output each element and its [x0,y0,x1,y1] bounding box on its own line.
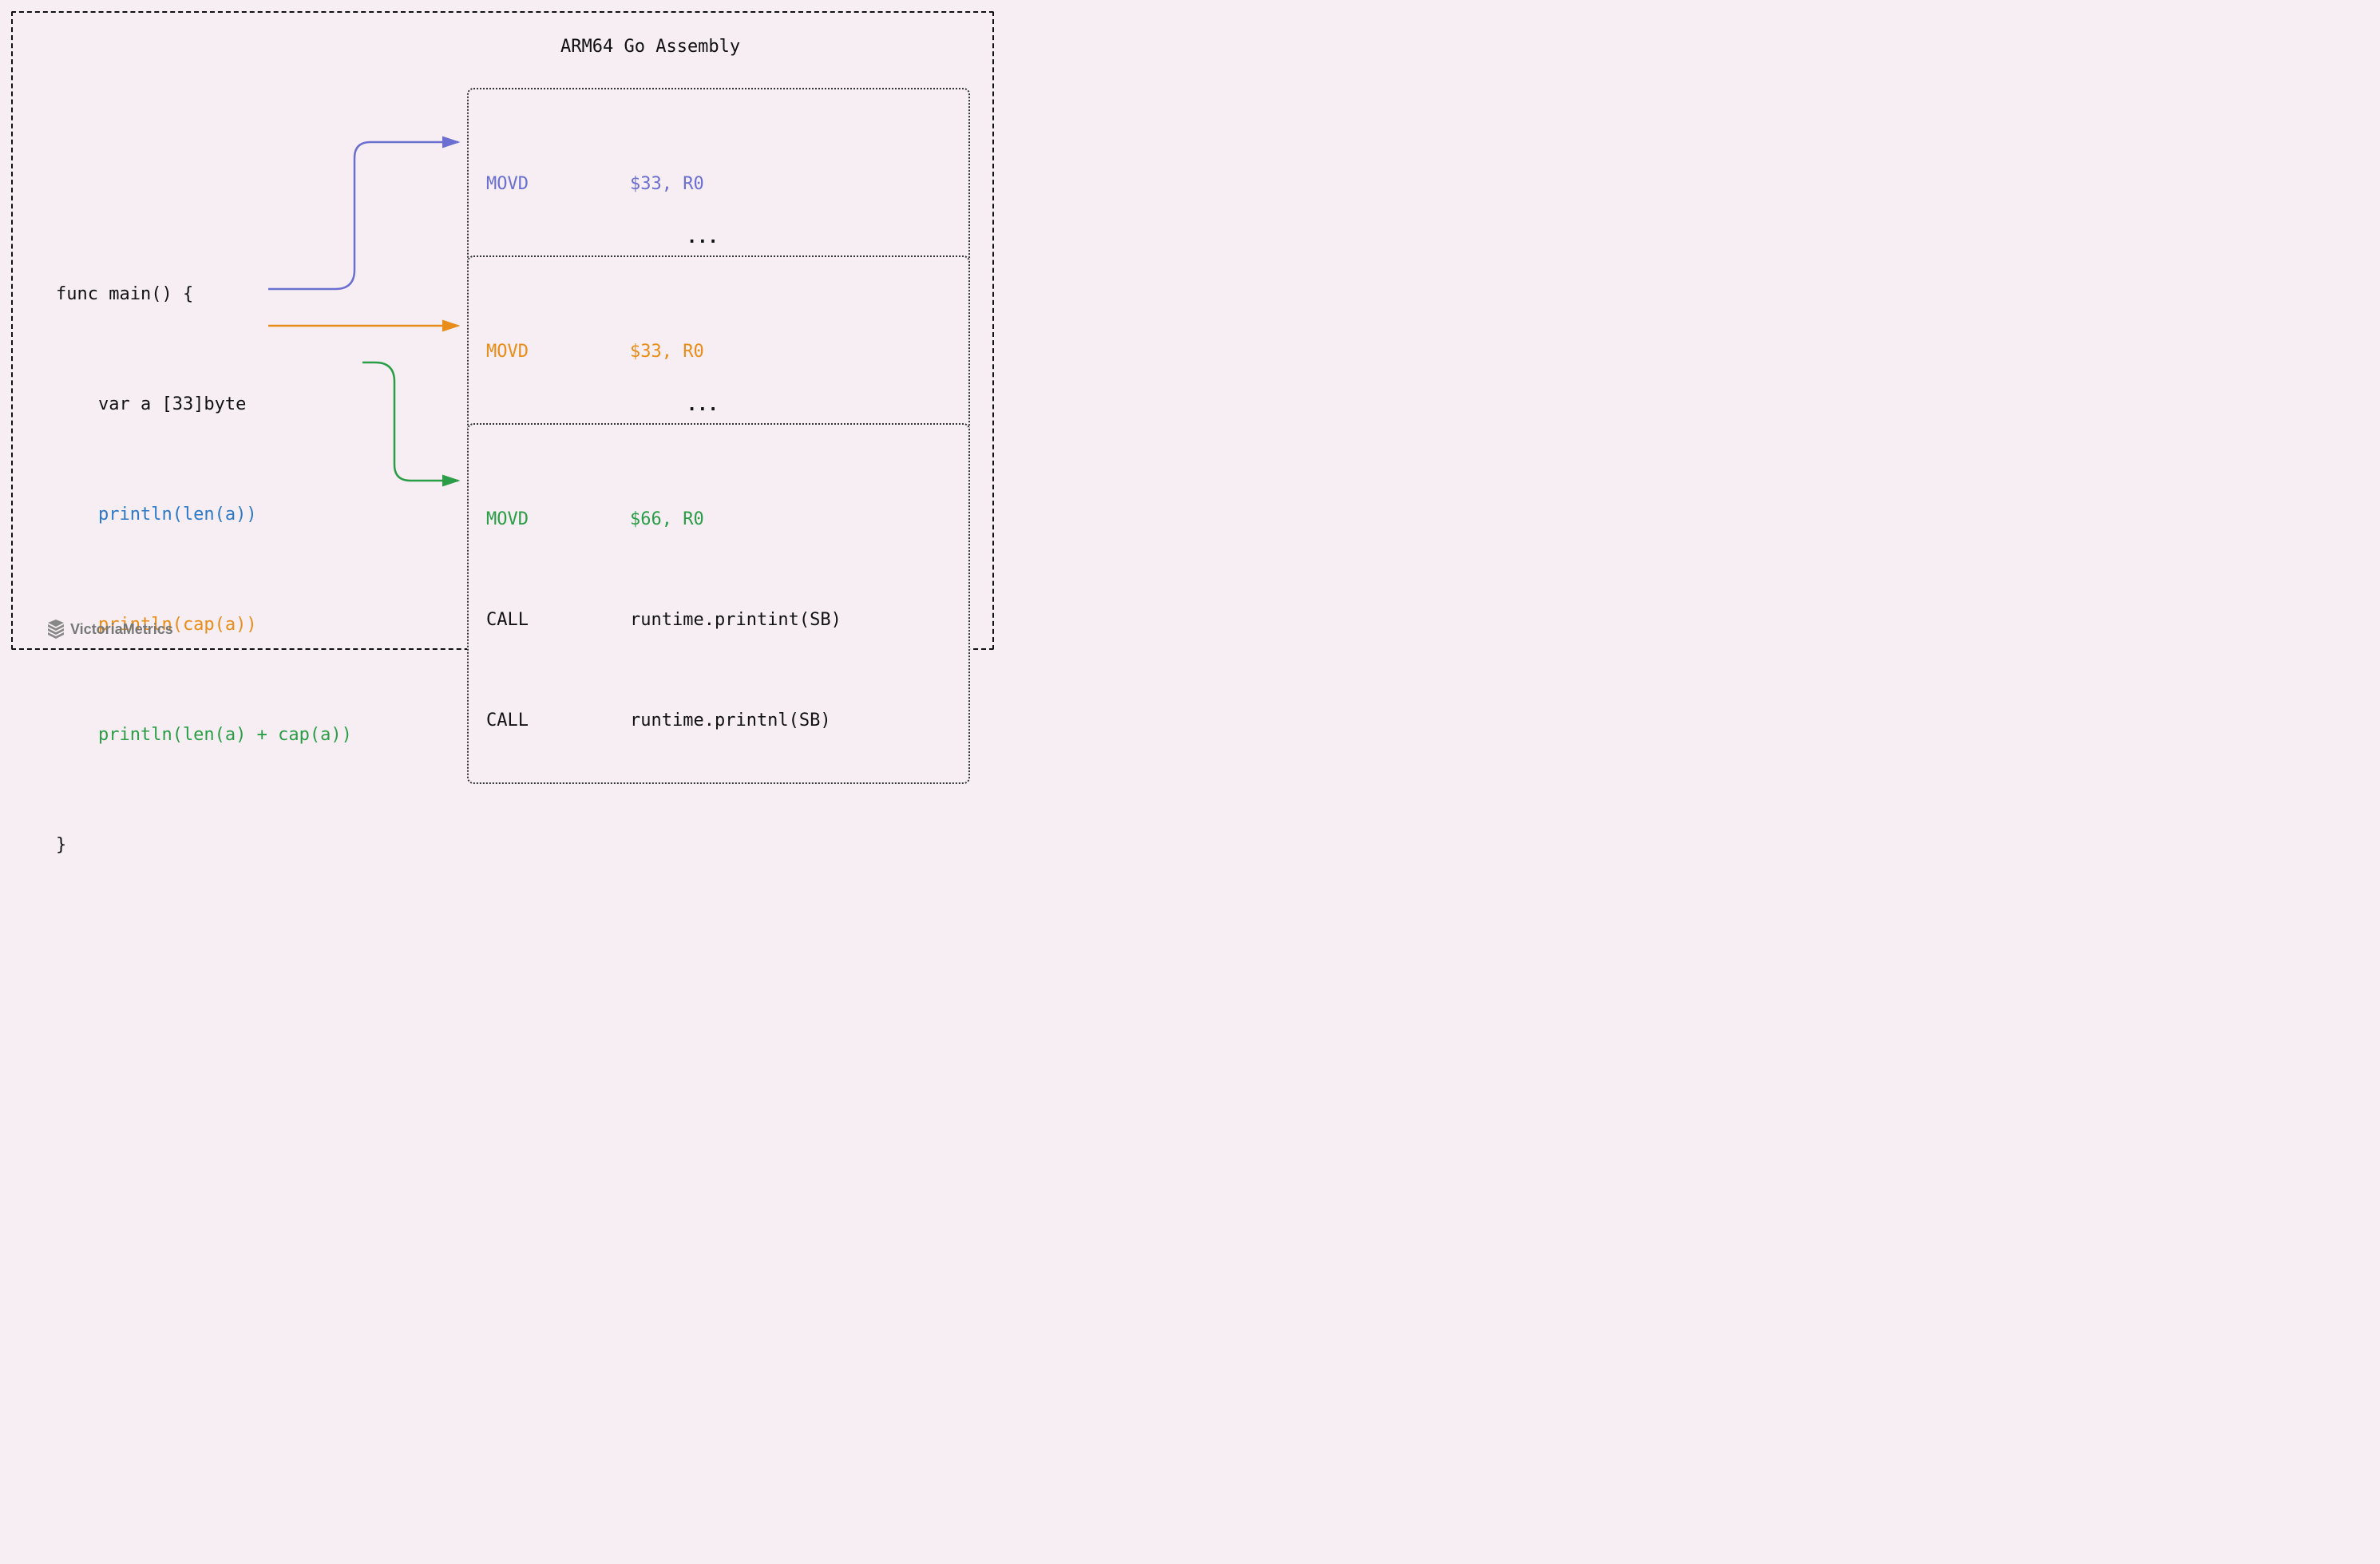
asm-op: MOVD [486,503,630,537]
ellipsis: ... [687,395,719,415]
asm-arg: runtime.printint(SB) [630,604,954,637]
go-source-code: func main() { var a [33]byte println(len… [56,203,352,901]
asm-op: CALL [486,704,630,738]
code-line-6: } [56,827,352,864]
assembly-title: ARM64 Go Assembly [560,37,740,57]
code-line-5-sum: println(len(a) + cap(a)) [56,717,352,754]
asm-op: CALL [486,604,630,637]
code-line-1: func main() { [56,276,352,313]
asm-op: MOVD [486,168,630,201]
asm-arg: $33, R0 [630,168,954,201]
ellipsis: ... [687,228,719,247]
asm-op: MOVD [486,335,630,369]
logo-text: VictoriaMetrics [70,621,173,638]
logo-icon [46,620,65,639]
asm-arg: runtime.printnl(SB) [630,704,954,738]
asm-arg: $33, R0 [630,335,954,369]
code-line-3-len: println(len(a)) [56,497,352,533]
asm-arg: $66, R0 [630,503,954,537]
asm-block-sum: MOVD$66, R0 CALLruntime.printint(SB) CAL… [467,423,970,784]
code-line-2: var a [33]byte [56,386,352,423]
victoriametrics-logo: VictoriaMetrics [46,620,173,639]
